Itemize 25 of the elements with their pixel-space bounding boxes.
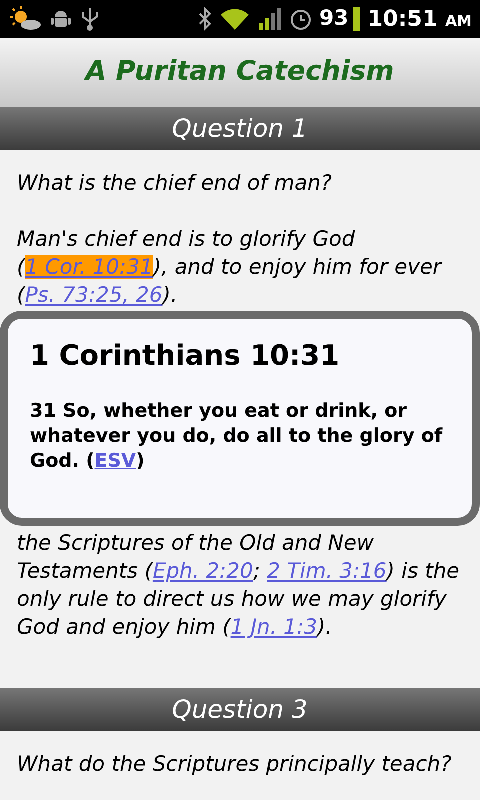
- signal-icon: [258, 7, 282, 31]
- question-text: What is the chief end of man?: [17, 170, 334, 197]
- popup-title: 1 Corinthians 10:31: [30, 338, 341, 374]
- question-text: What do the Scriptures principally teach?: [17, 751, 453, 778]
- verse-link[interactable]: 1 Cor. 10:31: [25, 255, 154, 279]
- verse-link[interactable]: 1 Jn. 1:3: [230, 615, 318, 639]
- battery-icon: [352, 7, 360, 31]
- answer-text: the Scriptures of the Old and New Testaments (Eph. 2:20; 2 Tim. 3:16) is the only rule to direct us how we may glorify God and enjoy him (1 Jn. 1:3).: [17, 530, 461, 641]
- verse-link[interactable]: Eph. 2:20: [152, 559, 254, 583]
- question-heading: Question 3: [172, 694, 308, 726]
- answer-text: Man's chief end is to glorify God (1 Cor. 10:31), and to enjoy him for ever (Ps. 73:25, 26).: [17, 226, 444, 309]
- android-icon: [50, 8, 72, 30]
- clock: 10:51 AM: [368, 6, 472, 34]
- verse-link[interactable]: 2 Tim. 3:16: [267, 559, 387, 583]
- verse-text: 31 So, whether you eat or drink, or whatever you do, do all to the glory of God. (ESV): [30, 399, 444, 474]
- alarm-icon: [290, 7, 312, 31]
- wifi-icon: [220, 7, 250, 31]
- weather-icon: [8, 5, 42, 33]
- battery-percent: 93: [320, 5, 349, 32]
- app-title: A Puritan Catechism: [86, 55, 394, 90]
- usb-icon: [80, 6, 100, 32]
- bluetooth-icon: [198, 7, 212, 31]
- verse-link[interactable]: Ps. 73:25, 26: [25, 283, 163, 307]
- verse-link[interactable]: ESV: [94, 450, 136, 472]
- question-heading: Question 1: [172, 112, 308, 145]
